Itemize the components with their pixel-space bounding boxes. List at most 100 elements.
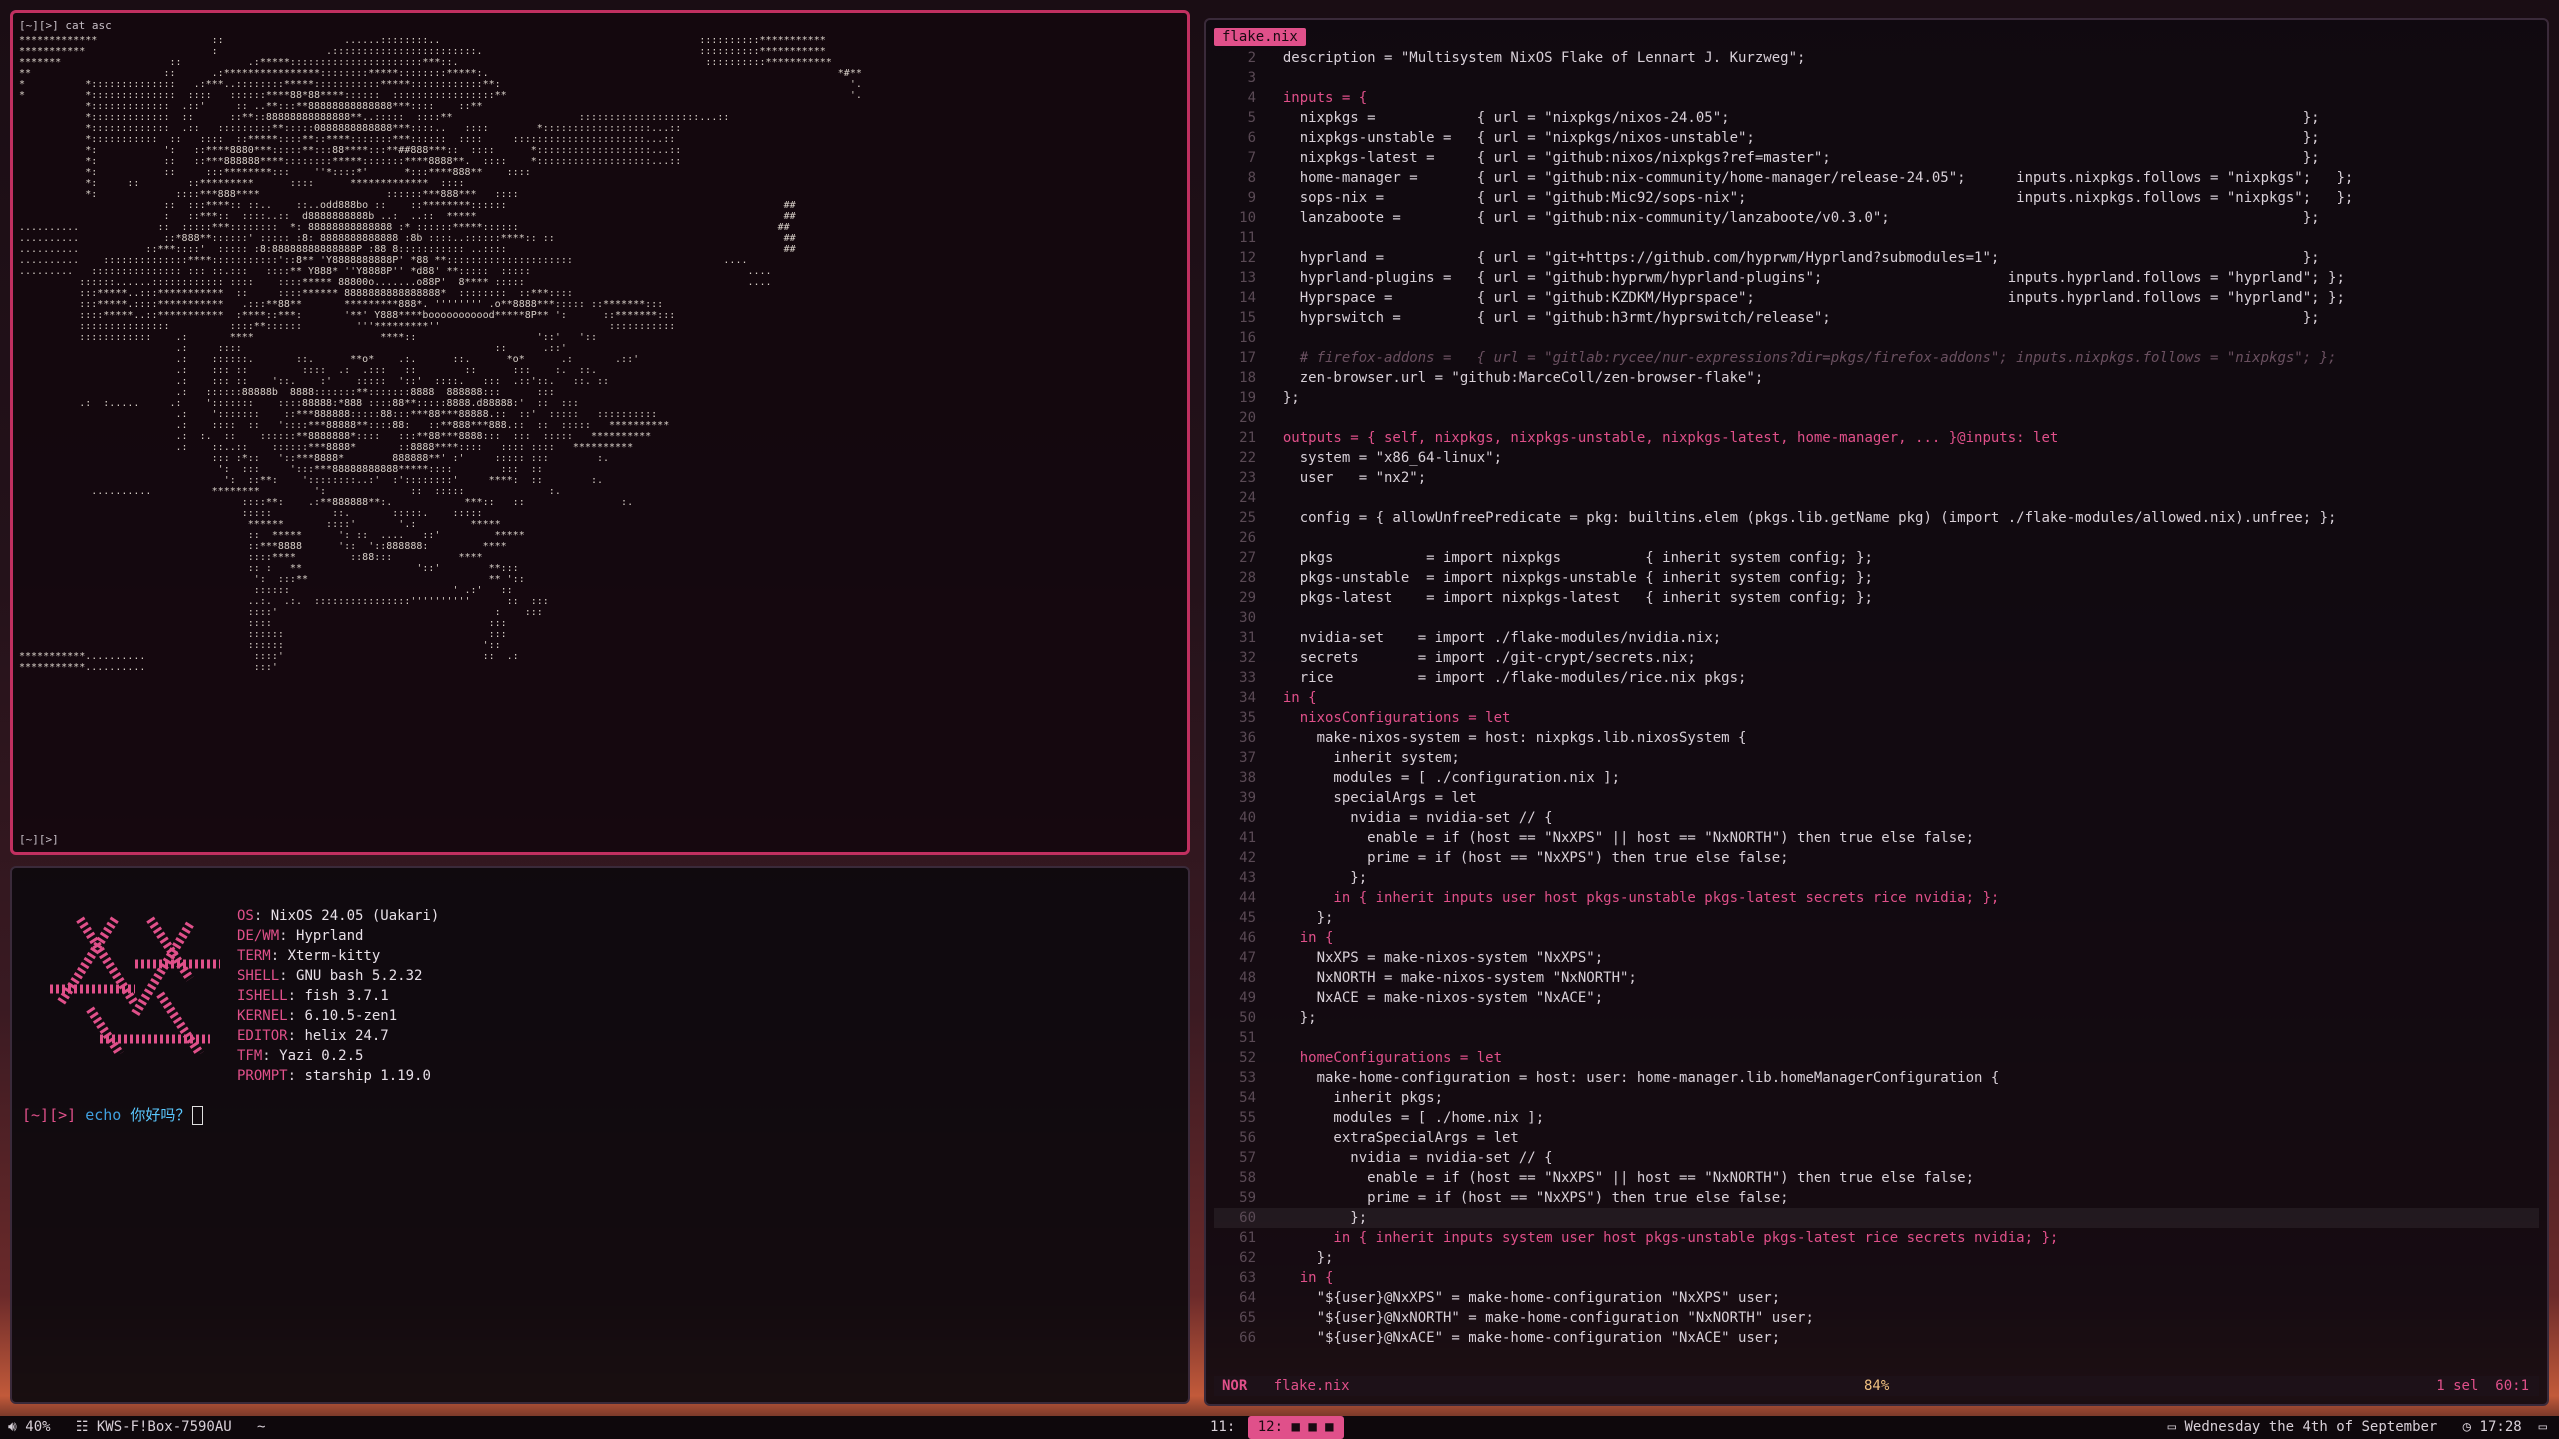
- code-line[interactable]: 29 pkgs-latest = import nixpkgs-latest {…: [1214, 588, 2539, 608]
- code-line[interactable]: 48 NxNORTH = make-nixos-system "NxNORTH"…: [1214, 968, 2539, 988]
- notification-icon[interactable]: ▭: [2539, 1419, 2547, 1435]
- fetch-info-list: OS: NixOS 24.05 (Uakari) DE/WM: Hyprland…: [237, 906, 439, 1086]
- code-line[interactable]: 11: [1214, 228, 2539, 248]
- code-line[interactable]: 53 make-home-configuration = host: user:…: [1214, 1068, 2539, 1088]
- code-line[interactable]: 8 home-manager = { url = "github:nix-com…: [1214, 168, 2539, 188]
- code-line[interactable]: 24: [1214, 488, 2539, 508]
- code-line[interactable]: 41 enable = if (host == "NxXPS" || host …: [1214, 828, 2539, 848]
- code-line[interactable]: 15 hyprswitch = { url = "github:h3rmt/hy…: [1214, 308, 2539, 328]
- workspace-prev[interactable]: 11:: [1210, 1419, 1235, 1435]
- code-line[interactable]: 44 in { inherit inputs user host pkgs-un…: [1214, 888, 2539, 908]
- code-line[interactable]: 47 NxXPS = make-nixos-system "NxXPS";: [1214, 948, 2539, 968]
- code-line[interactable]: 4 inputs = {: [1214, 88, 2539, 108]
- helix-editor-window[interactable]: flake.nix 2 description = "Multisystem N…: [1204, 18, 2549, 1406]
- line-text: sops-nix = { url = "github:Mic92/sops-ni…: [1266, 190, 2354, 206]
- code-line[interactable]: 35 nixosConfigurations = let: [1214, 708, 2539, 728]
- code-line[interactable]: 9 sops-nix = { url = "github:Mic92/sops-…: [1214, 188, 2539, 208]
- line-number: 40: [1239, 810, 1256, 826]
- code-line[interactable]: 22 system = "x86_64-linux";: [1214, 448, 2539, 468]
- code-line[interactable]: 27 pkgs = import nixpkgs { inherit syste…: [1214, 548, 2539, 568]
- line-text: modules = [ ./configuration.nix ];: [1266, 770, 1621, 786]
- line-text: nvidia-set = import ./flake-modules/nvid…: [1266, 630, 1722, 646]
- line-text: pkgs-unstable = import nixpkgs-unstable …: [1266, 570, 1873, 586]
- code-line[interactable]: 3: [1214, 68, 2539, 88]
- code-line[interactable]: 63 in {: [1214, 1268, 2539, 1288]
- code-line[interactable]: 23 user = "nx2";: [1214, 468, 2539, 488]
- code-line[interactable]: 56 extraSpecialArgs = let: [1214, 1128, 2539, 1148]
- code-line[interactable]: 52 homeConfigurations = let: [1214, 1048, 2539, 1068]
- code-line[interactable]: 20: [1214, 408, 2539, 428]
- code-line[interactable]: 36 make-nixos-system = host: nixpkgs.lib…: [1214, 728, 2539, 748]
- code-line[interactable]: 50 };: [1214, 1008, 2539, 1028]
- line-number: 43: [1239, 870, 1256, 886]
- code-line[interactable]: 55 modules = [ ./home.nix ];: [1214, 1108, 2539, 1128]
- code-line[interactable]: 33 rice = import ./flake-modules/rice.ni…: [1214, 668, 2539, 688]
- code-line[interactable]: 62 };: [1214, 1248, 2539, 1268]
- code-line[interactable]: 40 nvidia = nvidia-set // {: [1214, 808, 2539, 828]
- line-number: 60: [1239, 1210, 1256, 1226]
- ascii-terminal-window[interactable]: [~][>] cat asc ************* :: ......::…: [10, 10, 1190, 855]
- code-line[interactable]: 45 };: [1214, 908, 2539, 928]
- code-line[interactable]: 16: [1214, 328, 2539, 348]
- workspace-current[interactable]: 12: ■ ■ ■: [1247, 1416, 1344, 1439]
- code-line[interactable]: 66 "${user}@NxACE" = make-home-configura…: [1214, 1328, 2539, 1348]
- code-line[interactable]: 18 zen-browser.url = "github:MarceColl/z…: [1214, 368, 2539, 388]
- code-line[interactable]: 46 in {: [1214, 928, 2539, 948]
- fetch-terminal-window[interactable]: OS: NixOS 24.05 (Uakari) DE/WM: Hyprland…: [10, 866, 1190, 1404]
- code-line[interactable]: 25 config = { allowUnfreePredicate = pkg…: [1214, 508, 2539, 528]
- code-line[interactable]: 61 in { inherit inputs system user host …: [1214, 1228, 2539, 1248]
- code-line[interactable]: 13 hyprland-plugins = { url = "github:hy…: [1214, 268, 2539, 288]
- code-line[interactable]: 64 "${user}@NxXPS" = make-home-configura…: [1214, 1288, 2539, 1308]
- code-line[interactable]: 57 nvidia = nvidia-set // {: [1214, 1148, 2539, 1168]
- line-text: };: [1266, 390, 1300, 406]
- wifi-icon[interactable]: ☷: [76, 1419, 89, 1435]
- line-text: nvidia = nvidia-set // {: [1266, 1150, 1553, 1166]
- calendar-icon: ▭: [2167, 1419, 2177, 1435]
- code-line[interactable]: 43 };: [1214, 868, 2539, 888]
- code-line[interactable]: 26: [1214, 528, 2539, 548]
- line-number: 33: [1239, 670, 1256, 686]
- line-number: 8: [1247, 170, 1256, 186]
- code-line[interactable]: 58 enable = if (host == "NxXPS" || host …: [1214, 1168, 2539, 1188]
- line-text: nixosConfigurations = let: [1266, 710, 1511, 726]
- code-line[interactable]: 32 secrets = import ./git-crypt/secrets.…: [1214, 648, 2539, 668]
- code-line[interactable]: 39 specialArgs = let: [1214, 788, 2539, 808]
- code-line[interactable]: 34 in {: [1214, 688, 2539, 708]
- code-line[interactable]: 14 Hyprspace = { url = "github:KZDKM/Hyp…: [1214, 288, 2539, 308]
- line-number: 56: [1239, 1130, 1256, 1146]
- line-number: 25: [1239, 510, 1256, 526]
- code-line[interactable]: 31 nvidia-set = import ./flake-modules/n…: [1214, 628, 2539, 648]
- code-line[interactable]: 21 outputs = { self, nixpkgs, nixpkgs-un…: [1214, 428, 2539, 448]
- code-line[interactable]: 65 "${user}@NxNORTH" = make-home-configu…: [1214, 1308, 2539, 1328]
- line-number: 20: [1239, 410, 1256, 426]
- fetch-row-ishell: ISHELL: fish 3.7.1: [237, 988, 389, 1004]
- volume-icon[interactable]: 🔊︎: [8, 1419, 17, 1435]
- code-line[interactable]: 2 description = "Multisystem NixOS Flake…: [1214, 48, 2539, 68]
- code-line[interactable]: 10 lanzaboote = { url = "github:nix-comm…: [1214, 208, 2539, 228]
- code-line[interactable]: 59 prime = if (host == "NxXPS") then tru…: [1214, 1188, 2539, 1208]
- line-text: hyprswitch = { url = "github:h3rmt/hyprs…: [1266, 310, 2320, 326]
- shell-input-line[interactable]: [~][>] echo 你好吗？: [22, 1104, 204, 1125]
- code-line[interactable]: 42 prime = if (host == "NxXPS") then tru…: [1214, 848, 2539, 868]
- code-line[interactable]: 37 inherit system;: [1214, 748, 2539, 768]
- line-text: home-manager = { url = "github:nix-commu…: [1266, 170, 2354, 186]
- line-number: 3: [1247, 70, 1256, 86]
- code-line[interactable]: 30: [1214, 608, 2539, 628]
- code-line[interactable]: 6 nixpkgs-unstable = { url = "nixpkgs/ni…: [1214, 128, 2539, 148]
- code-area[interactable]: 2 description = "Multisystem NixOS Flake…: [1214, 48, 2539, 1348]
- code-line[interactable]: 7 nixpkgs-latest = { url = "github:nixos…: [1214, 148, 2539, 168]
- code-line[interactable]: 5 nixpkgs = { url = "nixpkgs/nixos-24.05…: [1214, 108, 2539, 128]
- code-line[interactable]: 54 inherit pkgs;: [1214, 1088, 2539, 1108]
- code-line[interactable]: 49 NxACE = make-nixos-system "NxACE";: [1214, 988, 2539, 1008]
- code-line[interactable]: 60 };: [1214, 1208, 2539, 1228]
- code-line[interactable]: 28 pkgs-unstable = import nixpkgs-unstab…: [1214, 568, 2539, 588]
- code-line[interactable]: 12 hyprland = { url = "git+https://githu…: [1214, 248, 2539, 268]
- tab-flake-nix[interactable]: flake.nix: [1214, 28, 1306, 46]
- line-text: homeConfigurations = let: [1266, 1050, 1503, 1066]
- ascii-art: ************* :: ......::::::::.. ::::::…: [19, 35, 862, 673]
- code-line[interactable]: 19 };: [1214, 388, 2539, 408]
- code-line[interactable]: 17 # firefox-addons = { url = "gitlab:ry…: [1214, 348, 2539, 368]
- line-text: pkgs = import nixpkgs { inherit system c…: [1266, 550, 1873, 566]
- code-line[interactable]: 38 modules = [ ./configuration.nix ];: [1214, 768, 2539, 788]
- code-line[interactable]: 51: [1214, 1028, 2539, 1048]
